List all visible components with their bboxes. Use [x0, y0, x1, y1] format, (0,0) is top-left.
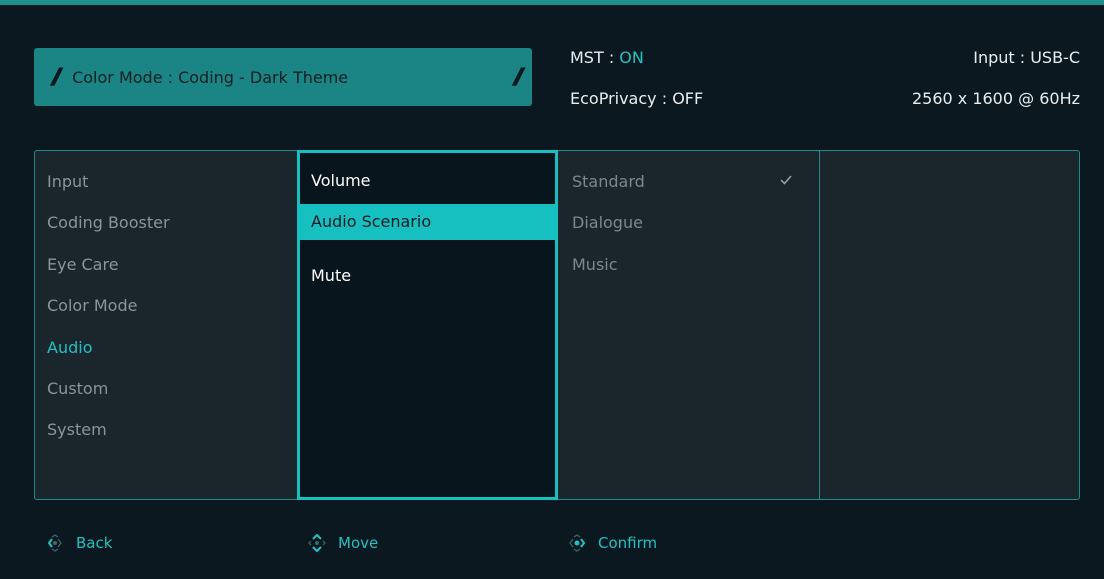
joystick-left-icon [47, 534, 62, 552]
move-hint[interactable]: Move [308, 534, 378, 552]
osd-menu-panel: Input Coding Booster Eye Care Color Mode… [34, 150, 1080, 500]
category-color-mode[interactable]: Color Mode [47, 296, 137, 315]
option-dialogue[interactable]: Dialogue [572, 213, 643, 232]
category-input[interactable]: Input [47, 172, 88, 191]
category-coding-booster[interactable]: Coding Booster [47, 213, 170, 232]
joystick-press-icon [569, 534, 586, 552]
back-hint[interactable]: Back [46, 534, 112, 552]
submenu-audio-scenario[interactable]: Audio Scenario [300, 204, 555, 240]
category-system[interactable]: System [47, 420, 107, 439]
category-eye-care[interactable]: Eye Care [47, 255, 119, 274]
checkmark-icon [780, 175, 792, 185]
mst-value: ON [619, 48, 644, 67]
ecoprivacy-status: EcoPrivacy : OFF [570, 89, 704, 108]
category-column: Input Coding Booster Eye Care Color Mode… [35, 151, 297, 499]
mst-status: MST : ON [570, 48, 644, 67]
top-accent-line [0, 0, 1104, 5]
category-custom[interactable]: Custom [47, 379, 108, 398]
slash-left-icon: // [52, 64, 62, 90]
back-label: Back [76, 534, 113, 552]
color-mode-banner: // Color Mode : Coding - Dark Theme // [34, 48, 532, 106]
options-column: Standard Dialogue Music [558, 151, 820, 499]
color-mode-label: Color Mode : Coding - Dark Theme [72, 67, 349, 87]
empty-detail-column [820, 151, 1079, 499]
confirm-hint[interactable]: Confirm [568, 534, 657, 552]
submenu-mute[interactable]: Mute [300, 258, 555, 294]
option-standard[interactable]: Standard [572, 172, 645, 191]
move-label: Move [338, 534, 379, 552]
confirm-label: Confirm [598, 534, 658, 552]
resolution-status: 2560 x 1600 @ 60Hz [911, 89, 1080, 108]
submenu-column: Volume Audio Scenario Mute [297, 150, 558, 500]
submenu-volume[interactable]: Volume [300, 163, 555, 199]
slash-right-icon: // [513, 64, 524, 90]
category-audio[interactable]: Audio [47, 338, 92, 357]
option-music[interactable]: Music [572, 255, 618, 274]
input-status: Input : USB-C [973, 48, 1080, 67]
joystick-updown-icon [308, 534, 326, 552]
